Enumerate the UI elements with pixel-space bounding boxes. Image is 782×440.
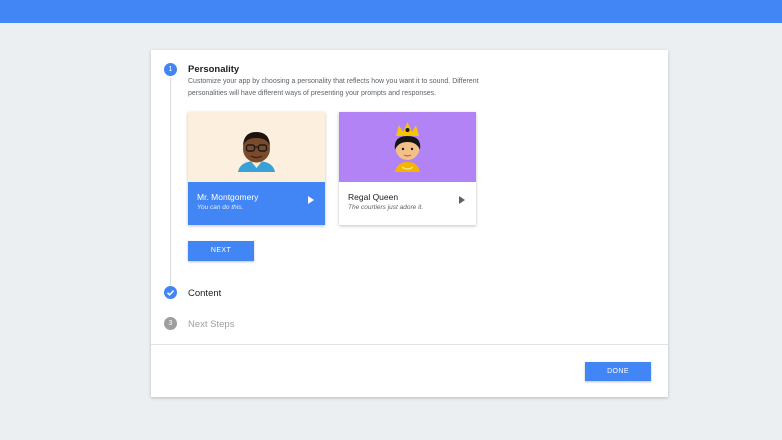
stepper-connector-line [170, 78, 171, 285]
stepper-panel: 1 Personality Customize your app by choo… [151, 50, 668, 397]
personality-name: Regal Queen [348, 192, 399, 202]
done-button[interactable]: DONE [585, 362, 651, 381]
regal-queen-avatar [339, 112, 476, 182]
step-1-number-badge: 1 [164, 63, 177, 76]
step-2-completed-badge [164, 286, 177, 299]
mr-montgomery-avatar [188, 112, 325, 182]
personality-card-regal-queen[interactable]: Regal Queen The courtiers just adore it. [339, 112, 476, 225]
personality-card-footer: Mr. Montgomery You can do this. [188, 182, 325, 225]
play-icon[interactable] [459, 196, 465, 204]
personality-quote: The courtiers just adore it. [348, 204, 424, 211]
next-button[interactable]: NEXT [188, 241, 254, 261]
step-1-title[interactable]: Personality [188, 64, 239, 75]
step-3-number-badge: 3 [164, 317, 177, 330]
personality-card-mr-montgomery[interactable]: Mr. Montgomery You can do this. [188, 112, 325, 225]
personality-card-footer: Regal Queen The courtiers just adore it. [339, 182, 476, 225]
step-1-description: Customize your app by choosing a persona… [188, 78, 479, 97]
play-icon[interactable] [308, 196, 314, 204]
panel-divider [151, 344, 668, 345]
personality-quote: You can do this. [197, 204, 244, 211]
personality-name: Mr. Montgomery [197, 192, 259, 202]
step-2-title[interactable]: Content [188, 288, 221, 299]
top-app-bar [0, 0, 782, 23]
step-3-title[interactable]: Next Steps [188, 319, 234, 330]
check-icon [166, 290, 175, 296]
